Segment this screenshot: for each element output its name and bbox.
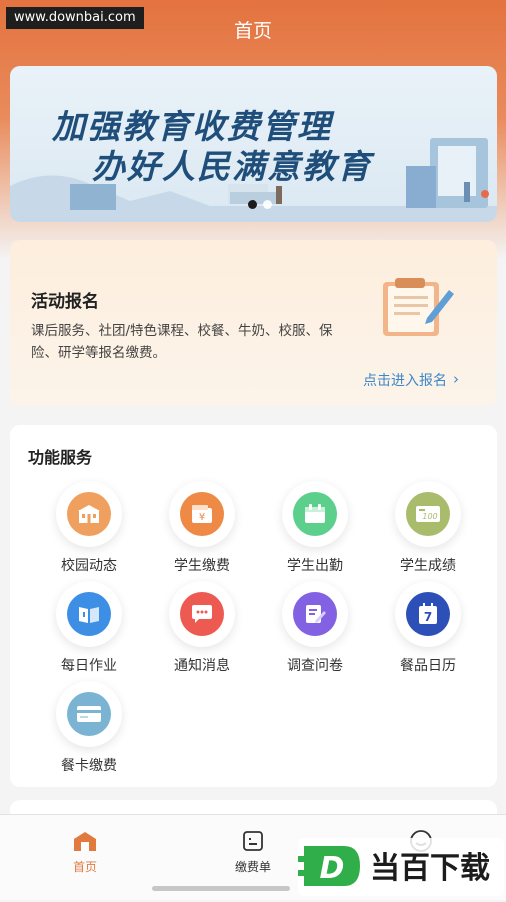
page-title: 首页 [233,20,272,42]
services-title: 功能服务 [28,448,93,467]
activity-description: 课后服务、社团/特色课程、校餐、牛奶、校服、保险、研学等报名缴费。 [31,323,333,361]
service-student-payment[interactable]: ¥ 学生缴费 [147,481,257,575]
book-icon [67,592,111,636]
survey-edit-icon [293,592,337,636]
services-panel: 功能服务 校园动态 ¥ 学生缴费 学生出勤 100 学生成绩 每日作业 通知消息… [10,425,497,787]
service-meal-card-payment[interactable]: 餐卡缴费 [34,681,144,775]
service-label: 通知消息 [174,658,230,674]
svg-text:D: D [320,851,345,886]
service-label: 学生缴费 [174,558,230,574]
service-label: 调查问卷 [287,658,343,674]
service-attendance[interactable]: 学生出勤 [260,481,370,575]
svg-text:¥: ¥ [199,512,205,523]
yuan-wallet-icon: ¥ [180,492,224,536]
svg-text:当百下载: 当百下载 [370,851,490,886]
activity-title: 活动报名 [31,292,99,312]
service-homework[interactable]: 每日作业 [34,581,144,675]
home-indicator [152,886,290,891]
home-icon [45,829,125,853]
activity-signup-card[interactable]: 活动报名 课后服务、社团/特色课程、校餐、牛奶、校服、保险、研学等报名缴费。 点… [10,240,497,406]
service-label: 校园动态 [61,558,117,574]
svg-text:100: 100 [422,512,437,521]
service-grades[interactable]: 100 学生成绩 [373,481,483,575]
service-label: 餐品日历 [400,658,456,674]
activity-link[interactable]: 点击进入报名 [363,370,447,390]
service-notifications[interactable]: 通知消息 [147,581,257,675]
bill-icon [213,829,293,853]
tab-home[interactable]: 首页 [45,829,125,875]
score-card-icon: 100 [406,492,450,536]
banner-headline-2: 办好人民满意教育 [92,147,372,186]
card-icon [67,692,111,736]
service-label: 每日作业 [61,658,117,674]
service-campus-news[interactable]: 校园动态 [34,481,144,575]
chevron-right-icon[interactable]: › [453,370,459,388]
school-building-icon [67,492,111,536]
brand-watermark-logo: D 当百下载 [298,828,504,898]
service-label: 餐卡缴费 [61,758,117,774]
svg-text:7: 7 [424,610,432,624]
carousel-dot[interactable] [263,200,272,209]
service-meal-calendar[interactable]: 7 餐品日历 [373,581,483,675]
service-label: 学生成绩 [400,558,456,574]
service-label: 学生出勤 [287,558,343,574]
tab-label: 缴费单 [234,860,271,874]
tab-bills[interactable]: 缴费单 [213,829,293,875]
banner-carousel[interactable]: 加强教育收费管理 办好人民满意教育 [10,66,497,222]
tab-label: 首页 [72,860,97,874]
calendar-7-icon: 7 [406,592,450,636]
message-bubble-icon [180,592,224,636]
carousel-dot-active[interactable] [248,200,257,209]
carousel-indicator [248,200,272,209]
clipboard-pen-icon [379,274,457,342]
service-survey[interactable]: 调查问卷 [260,581,370,675]
calendar-icon [293,492,337,536]
